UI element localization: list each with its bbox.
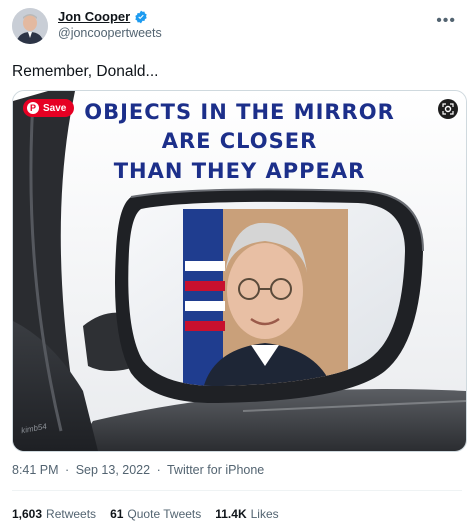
tweet-date[interactable]: Sep 13, 2022 <box>76 463 150 477</box>
retweets-count: 1,603 <box>12 507 43 521</box>
verified-badge-icon <box>135 10 147 23</box>
retweets-label: Retweets <box>46 507 97 521</box>
save-label: Save <box>43 102 67 114</box>
author-name[interactable]: Jon Cooper <box>58 9 130 24</box>
headline-line-3: THAN THEY APPEAR <box>113 159 366 183</box>
likes-label: Likes <box>250 507 279 521</box>
visual-search-icon[interactable] <box>438 99 458 119</box>
divider <box>12 490 462 491</box>
tweet-source[interactable]: Twitter for iPhone <box>167 463 264 477</box>
likes-stat[interactable]: 11.4K Likes <box>215 507 278 521</box>
meta-separator: · <box>65 463 70 477</box>
author-name-row: Jon Cooper <box>58 9 148 24</box>
avatar-photo <box>12 8 48 44</box>
headline-line-2: ARE CLOSER <box>161 129 318 153</box>
headline-line-1: OBJECTS IN THE MIRROR <box>84 100 395 124</box>
pinterest-save-button[interactable]: P Save <box>23 99 75 117</box>
quote-tweets-stat[interactable]: 61 Quote Tweets <box>110 507 201 521</box>
author-handle[interactable]: @joncoopertweets <box>58 26 162 40</box>
quotes-label: Quote Tweets <box>127 507 202 521</box>
author-avatar[interactable] <box>12 8 48 44</box>
more-options-icon[interactable]: ••• <box>436 12 456 30</box>
meta-separator: · <box>156 463 161 477</box>
tweet-text: Remember, Donald... <box>12 63 159 80</box>
pinterest-icon: P <box>27 102 39 114</box>
tweet-media-image[interactable]: OBJECTS IN THE MIRROR ARE CLOSER THAN TH… <box>12 90 467 452</box>
tweet-stats: 1,603 Retweets 61 Quote Tweets 11.4K Likes <box>12 507 279 521</box>
tweet-time[interactable]: 8:41 PM <box>12 463 59 477</box>
retweets-stat[interactable]: 1,603 Retweets <box>12 507 96 521</box>
tweet-meta: 8:41 PM · Sep 13, 2022 · Twitter for iPh… <box>12 463 267 477</box>
quotes-count: 61 <box>110 507 124 521</box>
likes-count: 11.4K <box>215 507 247 521</box>
